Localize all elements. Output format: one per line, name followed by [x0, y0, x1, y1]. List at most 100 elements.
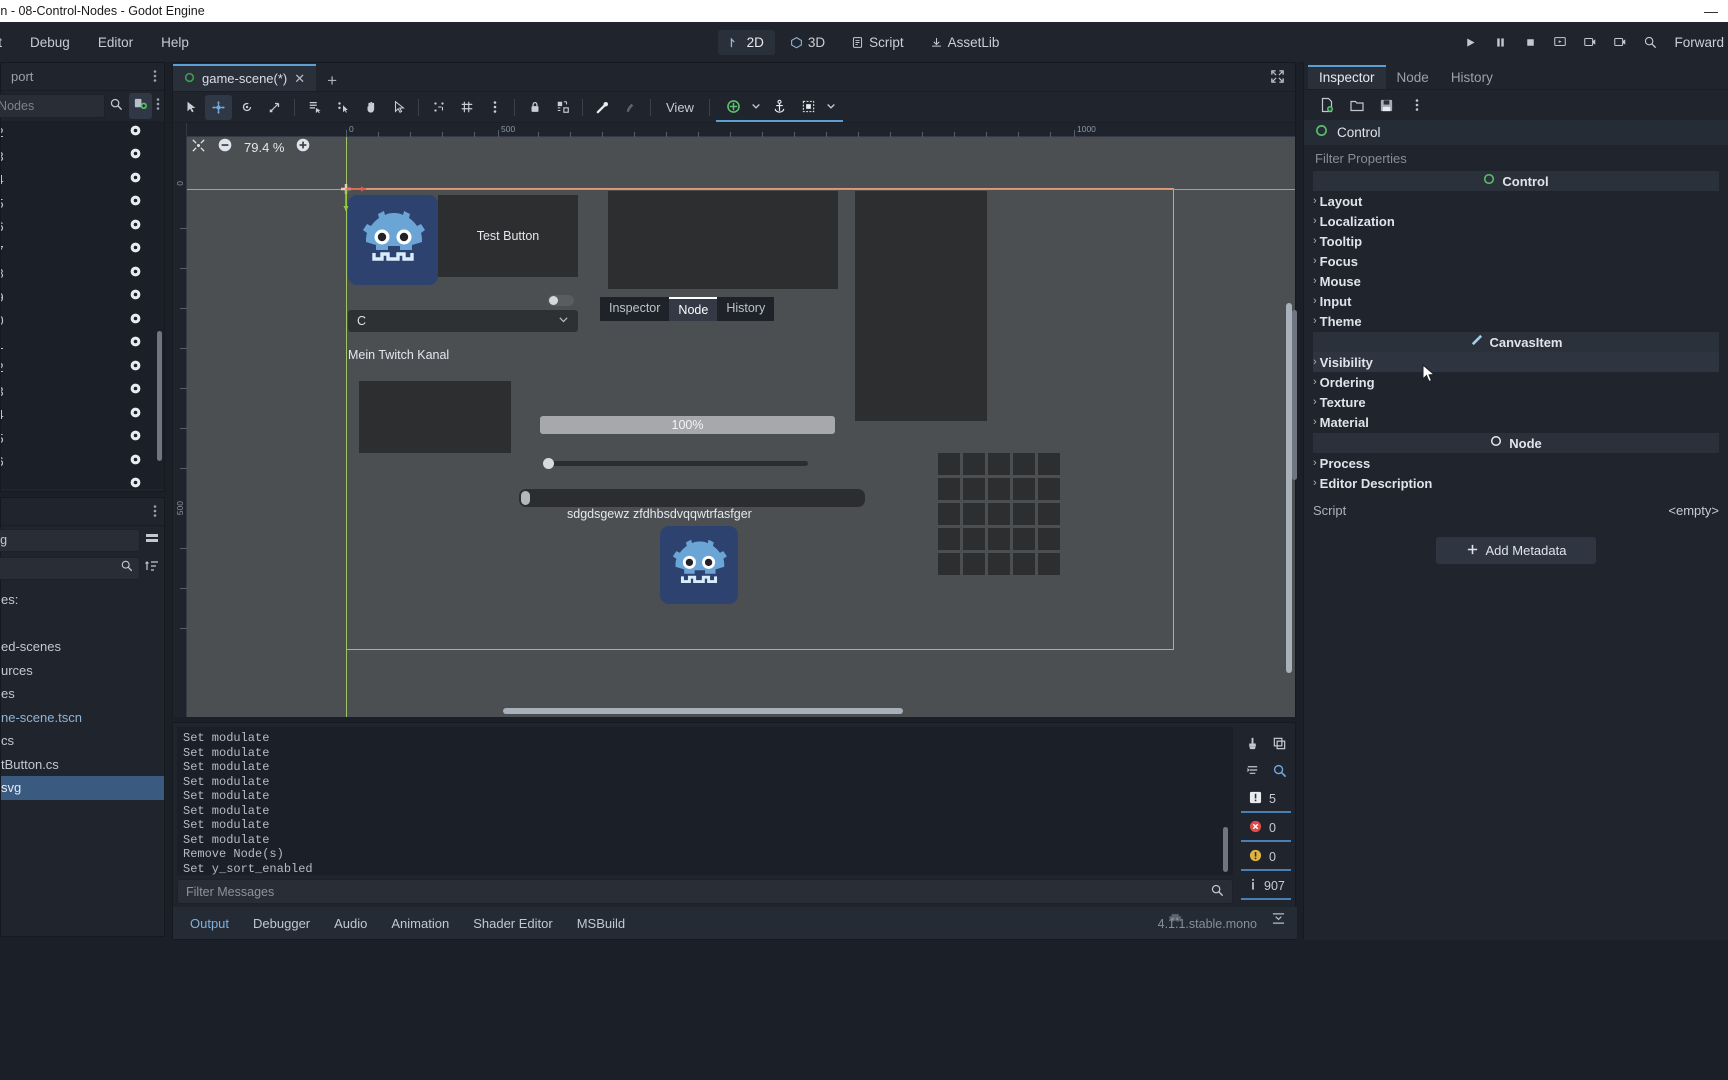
tree-node-row[interactable]: el24	[1, 403, 164, 427]
search-output-button[interactable]	[1266, 757, 1293, 784]
group-button[interactable]	[549, 95, 576, 120]
tab-audio[interactable]: Audio	[323, 911, 378, 936]
filter-properties-input[interactable]: Filter Properties	[1304, 145, 1728, 171]
property-theme[interactable]: › Theme	[1313, 311, 1719, 331]
section-header-control[interactable]: Control	[1313, 171, 1719, 191]
zoom-in-button[interactable]	[295, 137, 311, 158]
remote-debug-button[interactable]	[1606, 29, 1634, 55]
tab-node[interactable]: Node	[1386, 66, 1440, 89]
visibility-eye-icon[interactable]	[129, 382, 142, 400]
tab-3d[interactable]: 3D	[779, 30, 836, 55]
script-property-row[interactable]: Script <empty>	[1304, 497, 1728, 523]
list-item-selected[interactable]: svg	[1, 776, 164, 800]
tab-script[interactable]: Script	[840, 30, 915, 55]
view-menu-button[interactable]: View	[657, 96, 703, 119]
tree-node-row[interactable]: el21	[1, 333, 164, 357]
grid-cell[interactable]	[988, 453, 1010, 475]
smart-snap-button[interactable]	[425, 95, 452, 120]
distraction-free-icon[interactable]	[1270, 69, 1285, 89]
grid-cell[interactable]	[963, 553, 985, 575]
property-layout[interactable]: › Layout	[1313, 191, 1719, 211]
grid-cell[interactable]	[988, 478, 1010, 500]
tab-output[interactable]: Output	[179, 911, 240, 936]
grid-cell[interactable]	[988, 553, 1010, 575]
filesystem-menu-icon[interactable]	[153, 504, 157, 523]
panel-left-small[interactable]	[359, 381, 511, 453]
visibility-eye-icon[interactable]	[129, 288, 142, 306]
skeleton-options-button[interactable]	[617, 95, 644, 120]
zoom-reset-icon[interactable]	[191, 138, 206, 158]
tree-node-row[interactable]: el22	[1, 356, 164, 380]
visibility-eye-icon[interactable]	[129, 124, 142, 142]
list-item[interactable]	[1, 612, 164, 636]
panel-top-center[interactable]	[608, 191, 838, 289]
grid-cell[interactable]	[963, 453, 985, 475]
list-item[interactable]: ne-scene.tscn	[1, 706, 164, 730]
scene-tree-scrollbar[interactable]	[157, 331, 162, 461]
property-material[interactable]: › Material	[1313, 412, 1719, 432]
filter-nodes-input[interactable]: ter Nodes	[0, 94, 105, 118]
filesystem-tree[interactable]: es: ed-scenes urces es ne-scene.tscn cs …	[1, 582, 164, 800]
2d-viewport[interactable]: 0 500 1000 0 500 79.4 % Test Button Insp…	[173, 123, 1295, 717]
grid-cell[interactable]	[938, 478, 960, 500]
tab-shader-editor[interactable]: Shader Editor	[462, 911, 564, 936]
list-select-tool-button[interactable]	[301, 95, 328, 120]
tree-node-row[interactable]: el15	[1, 192, 164, 216]
list-item[interactable]: ed-scenes	[1, 635, 164, 659]
viewport-extra-scrollbar[interactable]	[1292, 310, 1297, 480]
visibility-eye-icon[interactable]	[129, 406, 142, 424]
tree-node-row[interactable]	[1, 474, 164, 490]
tab-history[interactable]: History	[1440, 66, 1504, 89]
hscrollbar-grabber[interactable]	[521, 491, 530, 505]
tree-node-row[interactable]: el23	[1, 380, 164, 404]
movie-button[interactable]	[1576, 29, 1604, 55]
new-resource-button[interactable]	[1313, 93, 1340, 118]
tree-node-row[interactable]: el17	[1, 239, 164, 263]
property-process[interactable]: › Process	[1313, 453, 1719, 473]
warning-counter[interactable]: 5	[1241, 786, 1291, 813]
search-icon[interactable]	[109, 97, 123, 116]
ruler-dot-tool-button[interactable]	[329, 95, 356, 120]
output-log[interactable]: Set modulate Set modulate Set modulate S…	[177, 727, 1233, 875]
property-mouse[interactable]: › Mouse	[1313, 271, 1719, 291]
visibility-eye-icon[interactable]	[129, 359, 142, 377]
output-scrollbar[interactable]	[1223, 827, 1228, 872]
mini-tab-node[interactable]: Node	[669, 297, 718, 321]
anchor-preset-button[interactable]	[720, 94, 747, 119]
anchor-mode-button[interactable]	[766, 94, 793, 119]
info-counter[interactable]: 907	[1241, 873, 1291, 900]
split-mode-icon[interactable]	[144, 530, 160, 551]
grid-cell[interactable]	[1038, 528, 1060, 550]
add-scene-button[interactable]: +	[316, 71, 348, 91]
hslider-grabber[interactable]	[543, 458, 554, 469]
panel-right-tall[interactable]	[855, 191, 987, 421]
grid-cell[interactable]	[938, 453, 960, 475]
bone-tool-button[interactable]	[589, 95, 616, 120]
list-item[interactable]: cs	[1, 729, 164, 753]
snap-options-button[interactable]	[481, 95, 508, 120]
add-metadata-button[interactable]: Add Metadata	[1436, 537, 1596, 564]
filter-messages-input[interactable]: Filter Messages	[177, 879, 1233, 904]
viewport-vertical-scrollbar[interactable]	[1286, 303, 1292, 673]
rotate-tool-button[interactable]	[233, 95, 260, 120]
list-item[interactable]: tButton.cs	[1, 753, 164, 777]
visibility-eye-icon[interactable]	[129, 453, 142, 471]
hslider[interactable]	[543, 458, 808, 469]
tab-msbuild[interactable]: MSBuild	[566, 911, 636, 936]
option-button-dropdown[interactable]: C	[348, 310, 578, 332]
visibility-eye-icon[interactable]	[129, 429, 142, 447]
grid-cell[interactable]	[1013, 528, 1035, 550]
add-child-node-icon[interactable]	[129, 93, 152, 119]
load-resource-button[interactable]	[1343, 93, 1370, 118]
move-tool-button[interactable]	[205, 94, 232, 120]
visibility-eye-icon[interactable]	[129, 147, 142, 165]
select-tool-button[interactable]	[177, 95, 204, 120]
search-help-button[interactable]	[1636, 29, 1664, 55]
property-texture[interactable]: › Texture	[1313, 392, 1719, 412]
grid-cell[interactable]	[1013, 453, 1035, 475]
tree-node-row[interactable]: el25	[1, 427, 164, 451]
grid-cell[interactable]	[1013, 503, 1035, 525]
inspector-menu-button[interactable]	[1403, 93, 1430, 118]
chevron-down-icon[interactable]	[749, 94, 764, 119]
scene-tree-menu-icon[interactable]	[156, 97, 160, 116]
